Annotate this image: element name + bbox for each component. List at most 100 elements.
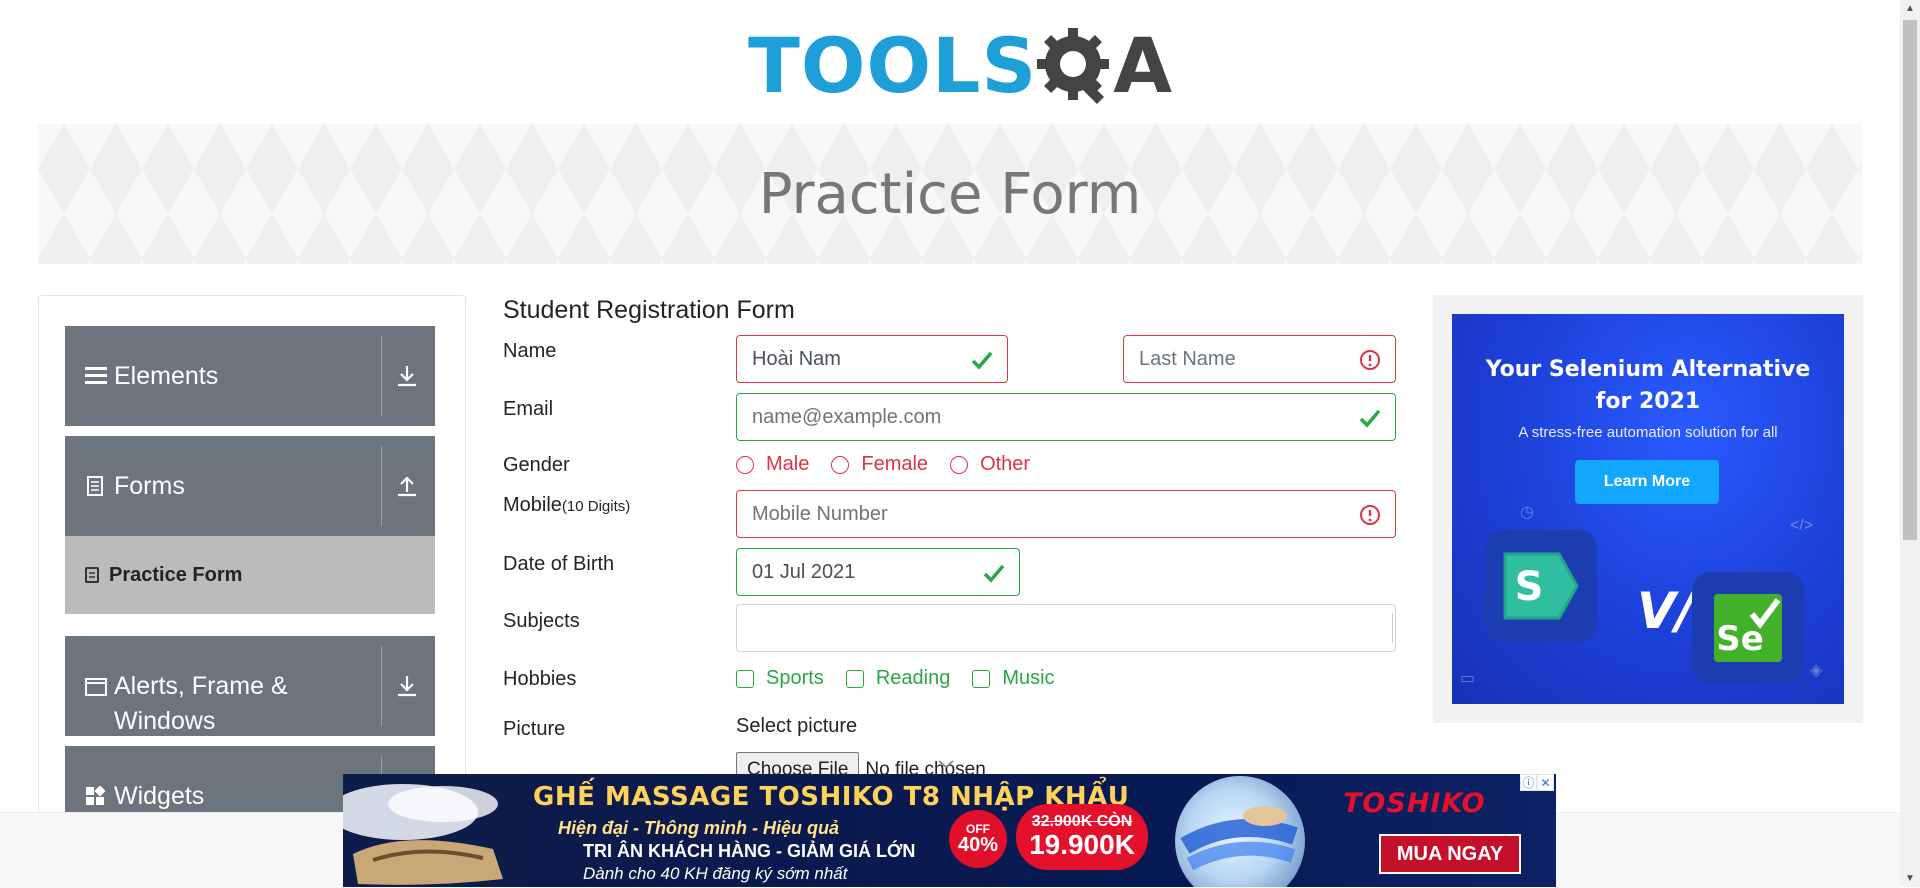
- checkbox-box[interactable]: [845, 669, 864, 688]
- scrollbar-thumb[interactable]: [1903, 20, 1917, 540]
- dob-label: Date of Birth: [503, 553, 615, 575]
- massage-legs-image: [1175, 776, 1305, 887]
- page-title: Practice Form: [758, 161, 1142, 227]
- mobile-input[interactable]: [752, 502, 1380, 526]
- hobby-sports-checkbox[interactable]: Sports: [736, 667, 824, 690]
- divider: [381, 446, 382, 526]
- ad-promo: TRI ÂN KHÁCH HÀNG - GIẢM GIÁ LỚN: [583, 841, 916, 861]
- radio-label: Other: [980, 453, 1031, 475]
- brand-logo: TOSHIKO: [1343, 788, 1486, 819]
- cube-icon: ◈: [1810, 662, 1823, 679]
- vertical-scrollbar[interactable]: ▲ ▼: [1900, 0, 1920, 887]
- browser-icon: ▭: [1460, 670, 1476, 687]
- price-badge: 32.900K CÒN 19.900K: [1016, 804, 1148, 870]
- email-field[interactable]: [736, 393, 1396, 441]
- page-header-banner: Practice Form: [38, 124, 1862, 264]
- checkbox-label: Reading: [875, 667, 951, 689]
- checkbox-box[interactable]: [972, 669, 991, 688]
- checkbox-label: Sports: [766, 667, 824, 689]
- bottom-advertisement[interactable]: GHẾ MASSAGE TOSHIKO T8 NHẬP KHẨU Hiện đạ…: [343, 774, 1556, 887]
- subjects-label: Subjects: [503, 610, 580, 632]
- logo-tools-text: TOOLS: [748, 21, 1038, 110]
- learn-more-button[interactable]: Learn More: [1575, 460, 1719, 504]
- download-icon[interactable]: [389, 358, 425, 394]
- selenium-logo-icon: Se: [1692, 572, 1804, 684]
- sidebar-item-practice-form[interactable]: Practice Form: [65, 536, 435, 614]
- first-name-field[interactable]: [736, 335, 1008, 383]
- sidebar-group-label: Elements: [114, 362, 219, 390]
- widgets-icon: [86, 786, 105, 805]
- hobby-reading-checkbox[interactable]: Reading: [845, 667, 951, 690]
- scroll-down-icon[interactable]: ▼: [1900, 870, 1920, 887]
- ad-tagline: Hiện đại - Thông minh - Hiệu quả: [558, 818, 839, 838]
- date-of-birth-input[interactable]: [752, 560, 1004, 584]
- gender-label: Gender: [503, 454, 570, 476]
- scroll-up-icon[interactable]: ▲: [1900, 0, 1920, 17]
- sidebar-item-label: Practice Form: [109, 563, 243, 586]
- input-caret: [1392, 613, 1393, 643]
- radio-circle[interactable]: [736, 455, 754, 474]
- select-picture-label: Select picture: [736, 715, 858, 737]
- svg-text:S: S: [1515, 564, 1544, 610]
- code-icon: </>: [1790, 517, 1814, 534]
- ad-info-icon[interactable]: ⓘ: [1520, 774, 1537, 791]
- ad-close-icon[interactable]: ✕: [1537, 774, 1554, 791]
- subjects-input[interactable]: [736, 604, 1396, 652]
- sidebar-group-forms[interactable]: Forms: [65, 436, 435, 536]
- selenium-mark: Se: [1714, 594, 1782, 662]
- gender-male-radio[interactable]: Male: [736, 453, 809, 476]
- divider: [381, 646, 382, 726]
- ad-headline-line1: Your Selenium Alternative: [1485, 357, 1811, 382]
- discount-value: 40%: [957, 834, 999, 856]
- sidebar-group-label-line2: Windows: [114, 707, 216, 735]
- ad-headline: Your Selenium Alternative for 2021: [1452, 354, 1844, 418]
- selenium-alternative-ad[interactable]: ◷ </> ▭ ◈ Your Selenium Alternative for …: [1452, 314, 1844, 704]
- massage-chair-image: [343, 774, 523, 887]
- gender-other-radio[interactable]: Other: [950, 453, 1030, 476]
- hobby-music-checkbox[interactable]: Music: [972, 667, 1055, 690]
- download-icon[interactable]: [389, 668, 425, 704]
- email-input[interactable]: [752, 405, 1380, 429]
- window-icon: [85, 678, 107, 696]
- email-label: Email: [503, 398, 554, 420]
- legs-illustration: [1180, 806, 1298, 871]
- first-name-input[interactable]: [752, 347, 992, 371]
- menu-icon: [85, 367, 107, 384]
- error-icon: [1360, 350, 1380, 370]
- ad-subtitle: A stress-free automation solution for al…: [1518, 424, 1778, 441]
- error-icon: [1360, 505, 1380, 525]
- check-icon: [983, 564, 1005, 583]
- buy-now-button[interactable]: MUA NGAY: [1379, 834, 1521, 874]
- mobile-field[interactable]: [736, 490, 1396, 538]
- checkbox-label: Music: [1002, 667, 1055, 689]
- check-icon: [1359, 409, 1381, 428]
- chevron-down-icon[interactable]: [936, 757, 956, 771]
- discount-badge: OFF 40%: [949, 810, 1007, 868]
- sidebar-group-alerts-frame-windows[interactable]: Alerts, Frame & Windows: [65, 636, 435, 736]
- gender-radio-group: Male Female Other: [736, 453, 1052, 476]
- sidebar-group-elements[interactable]: Elements: [65, 326, 435, 426]
- gear-icon: [1037, 28, 1110, 105]
- radio-circle[interactable]: [950, 455, 969, 474]
- gender-female-radio[interactable]: Female: [831, 453, 928, 476]
- svg-text:Se: Se: [1716, 619, 1764, 659]
- ad-offer-note: Dành cho 40 KH đăng ký sớm nhất: [583, 864, 848, 883]
- radio-circle[interactable]: [831, 455, 850, 474]
- name-label: Name: [503, 340, 557, 362]
- site-logo[interactable]: TOOLS A: [748, 18, 1172, 114]
- ad-controls: ⓘ ✕: [1520, 774, 1554, 791]
- hobbies-checkbox-group: Sports Reading Music: [736, 667, 1077, 690]
- sidebar-group-label: Widgets: [114, 782, 205, 810]
- last-name-field[interactable]: [1123, 335, 1396, 383]
- upload-icon[interactable]: [389, 468, 425, 504]
- checkbox-box[interactable]: [736, 669, 754, 688]
- radio-label: Female: [861, 453, 929, 475]
- mobile-label: Mobile(10 Digits): [503, 494, 630, 517]
- picture-label: Picture: [503, 718, 566, 740]
- old-price: 32.900K CÒN: [1031, 812, 1133, 830]
- katalon-mark: S: [1503, 552, 1579, 620]
- date-of-birth-field[interactable]: [736, 548, 1020, 596]
- form-title: Student Registration Form: [503, 296, 795, 324]
- katalon-logo-icon: S: [1485, 530, 1597, 642]
- last-name-input[interactable]: [1139, 347, 1380, 371]
